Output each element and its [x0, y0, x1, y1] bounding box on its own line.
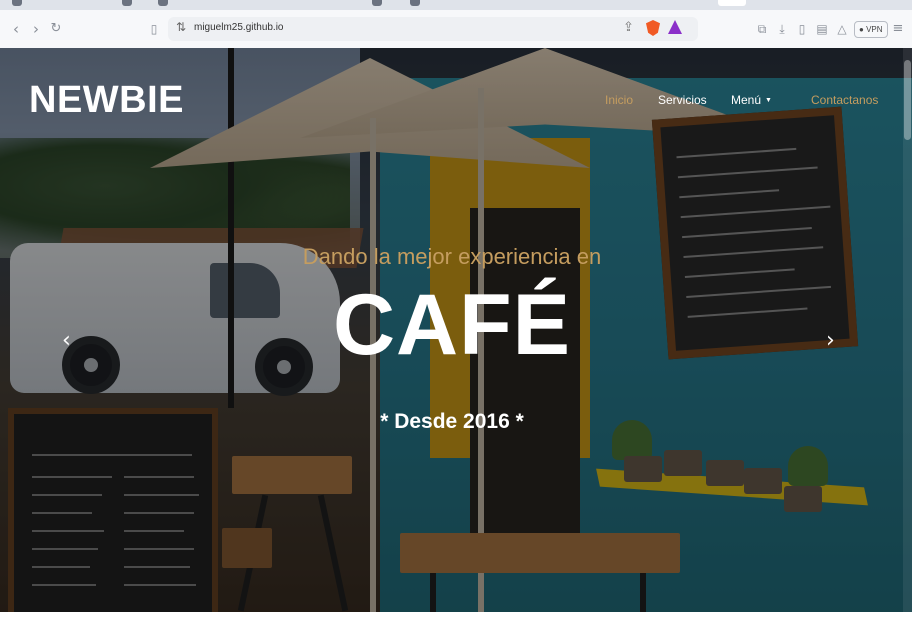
url-text[interactable]: miguelm25.github.io — [194, 22, 284, 33]
sidebar-icon[interactable]: ▯ — [792, 19, 812, 39]
bookmark-icon[interactable]: ▯ — [144, 19, 164, 39]
hero-headline: CAFÉ — [332, 277, 572, 373]
leo-icon[interactable]: △ — [832, 19, 852, 39]
forward-icon[interactable]: › — [26, 19, 46, 39]
tab-strip — [0, 0, 912, 10]
wallet-icon[interactable]: ▤ — [812, 19, 832, 39]
browser-toolbar: ‹ › ↻ ▯ ⇅ miguelm25.github.io ⇪ ⧉ ⤓ ▯ ▤ … — [0, 10, 912, 49]
share-icon[interactable]: ⇪ — [623, 20, 634, 35]
nav-item-contactanos[interactable]: Contactanos — [811, 93, 878, 107]
bottom-edge — [0, 612, 912, 618]
hero-since: * Desde 2016 * — [380, 410, 524, 433]
menu-icon[interactable]: ≡ — [888, 19, 908, 39]
scrollbar-thumb[interactable] — [904, 60, 911, 140]
site-settings-icon[interactable]: ⇅ — [176, 20, 186, 34]
nav-item-menu[interactable]: Menú ▼ — [731, 93, 772, 107]
nav-item-inicio[interactable]: Inicio — [605, 93, 633, 107]
vpn-label: VPN — [866, 25, 883, 34]
hero-tagline: Dando la mejor experiencia en — [302, 244, 602, 269]
tab-favicon[interactable] — [158, 0, 168, 6]
caret-down-icon: ▼ — [765, 97, 772, 105]
download-icon[interactable]: ⤓ — [772, 19, 792, 39]
tab-favicon[interactable] — [122, 0, 132, 6]
nav-item-menu-label: Menú — [731, 93, 762, 107]
active-tab[interactable] — [718, 0, 746, 6]
tab-favicon[interactable] — [372, 0, 382, 6]
carousel-next-icon[interactable]: › — [826, 328, 835, 353]
carousel-prev-icon[interactable]: ‹ — [62, 328, 71, 353]
hero-section: NEWBIE Inicio Servicios Menú ▼ Contactano… — [0, 48, 912, 612]
site-logo[interactable]: NEWBIE — [29, 79, 184, 122]
brave-rewards-icon[interactable] — [668, 20, 682, 34]
vpn-button[interactable]: ● VPN — [854, 21, 888, 38]
extensions-icon[interactable]: ⧉ — [752, 19, 772, 39]
page-scrollbar[interactable] — [903, 48, 912, 612]
tab-favicon[interactable] — [410, 0, 420, 6]
tab-favicon[interactable] — [12, 0, 22, 6]
nav-item-servicios[interactable]: Servicios — [658, 93, 707, 107]
reload-icon[interactable]: ↻ — [46, 19, 66, 39]
address-bar[interactable]: ⇅ miguelm25.github.io ⇪ — [168, 17, 698, 41]
back-icon[interactable]: ‹ — [6, 19, 26, 39]
brave-shields-icon[interactable] — [646, 20, 660, 36]
